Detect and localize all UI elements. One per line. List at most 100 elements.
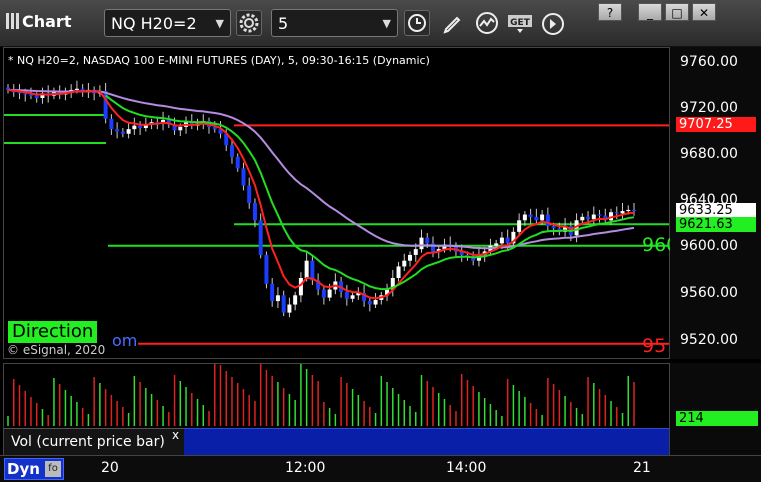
window-maximize-button[interactable]: □	[665, 3, 689, 21]
forward-icon[interactable]	[540, 11, 566, 37]
price-label: 9520.00	[680, 332, 738, 348]
help-button[interactable]: ?	[598, 3, 622, 21]
candle-body	[632, 209, 636, 212]
price-label: 9760.00	[680, 54, 738, 70]
candle-body	[402, 260, 407, 267]
pencil-icon[interactable]	[441, 12, 465, 36]
ema-red-line	[7, 88, 635, 300]
dynamic-label: Dyn	[7, 460, 40, 478]
candle-body	[499, 237, 504, 244]
candle-body	[586, 216, 591, 220]
candle-body	[235, 156, 240, 169]
candle-body	[551, 226, 556, 229]
candle-body	[396, 266, 401, 278]
candle-body	[310, 260, 315, 281]
candle-body	[614, 212, 619, 214]
candle-body	[126, 129, 131, 134]
volume-scale	[670, 363, 761, 455]
candle-body	[591, 214, 596, 220]
grip-icon[interactable]	[6, 13, 20, 29]
window-close-button[interactable]: ✕	[692, 3, 716, 21]
price-label: 9600.00	[680, 238, 738, 254]
candle-body	[293, 295, 298, 305]
candle-body	[545, 214, 550, 227]
candle-body	[298, 278, 303, 296]
candle-body	[540, 214, 545, 221]
candle-body	[327, 289, 332, 298]
candle-body	[505, 237, 510, 244]
candle-body	[620, 211, 625, 214]
candle-body	[373, 299, 378, 305]
candle-body	[120, 131, 125, 134]
candle-body	[229, 145, 234, 157]
time-axis[interactable]: Dyn fo 20 12:00 14:00 21	[0, 455, 761, 482]
time-label: 12:00	[285, 460, 326, 476]
title-bar: Chart NQ H20=2 ▼ 5 ▼ GET ? _ □ ✕	[0, 0, 761, 47]
price-label: 9720.00	[680, 100, 738, 116]
candle-body	[109, 118, 114, 130]
volume-label-bar	[184, 428, 669, 455]
price-chart-pane[interactable]: * NQ H20=2, NASDAQ 100 E-MINI FUTURES (D…	[3, 47, 678, 359]
candle-body	[28, 94, 33, 96]
candle-body	[419, 237, 424, 250]
red-level-tag: 9707.25	[676, 117, 756, 132]
volume-label-box: Vol (current price bar) x	[4, 428, 184, 455]
price-label: 9680.00	[680, 146, 738, 162]
candle-body	[241, 168, 246, 186]
candle-body	[264, 254, 269, 284]
close-icon[interactable]: x	[172, 428, 179, 442]
candle-body	[321, 289, 326, 298]
chevron-down-icon[interactable]: ▼	[216, 10, 224, 38]
price-label: 9560.00	[680, 285, 738, 301]
green-level-tag: 9621.63	[676, 217, 756, 232]
candle-body	[626, 209, 631, 212]
time-label: 14:00	[446, 460, 487, 476]
level-red-label: 95	[642, 335, 667, 357]
window-title-text: Chart	[22, 12, 72, 31]
lock-icon[interactable]: fo	[45, 461, 61, 477]
window-title: Chart	[6, 12, 71, 31]
candle-body	[270, 283, 275, 302]
candle-body	[34, 95, 39, 98]
watermark-text: © eSignal, 2020	[7, 343, 105, 357]
candle-body	[425, 237, 430, 244]
settings-gear-icon[interactable]	[236, 10, 262, 36]
candle-body	[252, 203, 257, 221]
candle-body	[132, 125, 137, 130]
study-icon[interactable]	[474, 10, 500, 36]
direction-suffix: om	[112, 331, 138, 350]
get-button[interactable]: GET	[507, 13, 535, 33]
candle-body	[597, 214, 602, 216]
candle-body	[247, 185, 252, 203]
candle-body	[522, 214, 527, 221]
volume-tag: 214	[676, 411, 758, 426]
candle-body	[367, 301, 372, 305]
candle-body	[534, 216, 539, 221]
symbol-input[interactable]: NQ H20=2 ▼	[104, 9, 231, 37]
time-label: 20	[101, 460, 119, 476]
chevron-down-icon[interactable]: ▼	[383, 10, 391, 38]
window-minimize-button[interactable]: _	[638, 3, 662, 21]
clock-icon[interactable]	[404, 10, 430, 36]
candle-body	[74, 88, 79, 90]
candle-body	[115, 129, 120, 132]
candle-body	[580, 216, 585, 221]
volume-pane[interactable]: Vol (current price bar) x	[3, 363, 670, 455]
candle-body	[178, 126, 183, 131]
interval-value: 5	[278, 14, 289, 33]
symbol-input-value: NQ H20=2	[111, 14, 197, 33]
chart-header: * NQ H20=2, NASDAQ 100 E-MINI FUTURES (D…	[8, 54, 430, 67]
candle-body	[304, 260, 309, 278]
time-label: 21	[633, 460, 651, 476]
dynamic-button[interactable]: Dyn fo	[4, 458, 64, 480]
price-chart-svg[interactable]: * NQ H20=2, NASDAQ 100 E-MINI FUTURES (D…	[4, 48, 669, 358]
get-label: GET	[510, 18, 531, 28]
direction-badge: Direction	[8, 321, 98, 343]
candle-body	[517, 220, 522, 232]
interval-select[interactable]: 5 ▼	[271, 9, 398, 37]
candle-body	[344, 291, 349, 299]
volume-label: Vol (current price bar)	[11, 434, 165, 450]
candle-body	[138, 125, 143, 128]
candle-body	[287, 304, 292, 313]
candle-body	[258, 220, 263, 255]
